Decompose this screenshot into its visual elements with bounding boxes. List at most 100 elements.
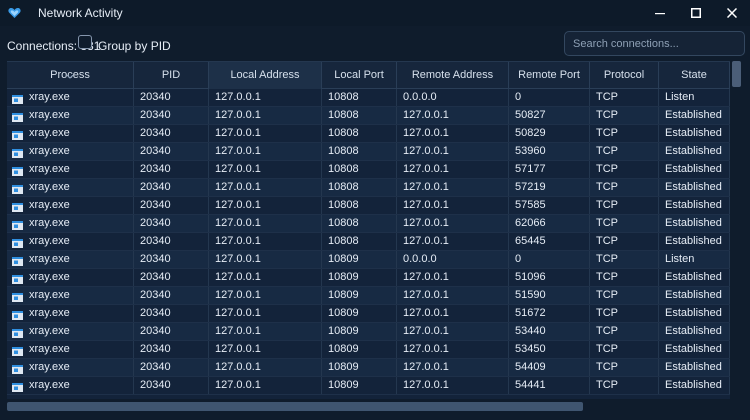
table-row[interactable]: xray.exe 20340 127.0.0.1 10808 127.0.0.1 5721… bbox=[7, 179, 730, 197]
minimize-button[interactable] bbox=[642, 0, 678, 26]
cell-state: Established bbox=[659, 323, 730, 340]
process-window-icon bbox=[12, 201, 23, 212]
cell-remote-port: 53450 bbox=[509, 341, 590, 358]
cell-process: xray.exe bbox=[7, 341, 134, 358]
table-row[interactable]: xray.exe 20340 127.0.0.1 10809 127.0.0.1 5167… bbox=[7, 305, 730, 323]
cell-pid: 20340 bbox=[134, 107, 209, 124]
cell-local-port: 10809 bbox=[322, 305, 397, 322]
cell-process: xray.exe bbox=[7, 197, 134, 214]
cell-local-port: 10808 bbox=[322, 161, 397, 178]
process-window-icon bbox=[12, 273, 23, 284]
horizontal-scroll-thumb[interactable] bbox=[7, 402, 583, 411]
cell-protocol: TCP bbox=[590, 197, 659, 214]
process-name: xray.exe bbox=[29, 217, 70, 229]
vertical-scroll-thumb[interactable] bbox=[732, 61, 741, 87]
cell-local-port: 10809 bbox=[322, 341, 397, 358]
cell-process: xray.exe bbox=[7, 323, 134, 340]
table-row[interactable]: xray.exe 20340 127.0.0.1 10809 127.0.0.1 5159… bbox=[7, 287, 730, 305]
cell-state: Listen bbox=[659, 251, 730, 268]
table-row[interactable]: xray.exe 20340 127.0.0.1 10808 127.0.0.1 5082… bbox=[7, 125, 730, 143]
cell-pid: 20340 bbox=[134, 215, 209, 232]
column-header-remote-port[interactable]: Remote Port bbox=[509, 62, 590, 89]
column-header-process[interactable]: Process bbox=[7, 62, 134, 89]
table-row[interactable]: xray.exe 20340 127.0.0.1 10808 127.0.0.1 5396… bbox=[7, 143, 730, 161]
cell-state: Listen bbox=[659, 89, 730, 106]
cell-local-port: 10808 bbox=[322, 107, 397, 124]
group-by-pid-label[interactable]: Group by PID bbox=[98, 39, 171, 53]
cell-remote-address: 127.0.0.1 bbox=[397, 269, 509, 286]
cell-process: xray.exe bbox=[7, 377, 134, 394]
cell-remote-port: 57585 bbox=[509, 197, 590, 214]
table-row[interactable]: xray.exe 20340 127.0.0.1 10809 127.0.0.1 5444… bbox=[7, 377, 730, 395]
cell-pid: 20340 bbox=[134, 269, 209, 286]
cell-protocol: TCP bbox=[590, 359, 659, 376]
table-row[interactable]: xray.exe 20340 127.0.0.1 10809 127.0.0.1 5109… bbox=[7, 269, 730, 287]
group-by-pid-checkbox[interactable] bbox=[78, 35, 92, 49]
table-row[interactable]: xray.exe 20340 127.0.0.1 10809 0.0.0.0 0 TCP Li… bbox=[7, 251, 730, 269]
maximize-button[interactable] bbox=[678, 0, 714, 26]
process-name: xray.exe bbox=[29, 199, 70, 211]
column-header-local-port[interactable]: Local Port bbox=[322, 62, 397, 89]
column-header-pid[interactable]: PID bbox=[134, 62, 209, 89]
cell-state: Established bbox=[659, 269, 730, 286]
cell-state: Established bbox=[659, 161, 730, 178]
table-row[interactable]: xray.exe 20340 127.0.0.1 10808 127.0.0.1 5717… bbox=[7, 161, 730, 179]
search-input[interactable] bbox=[564, 31, 745, 56]
process-window-icon bbox=[12, 237, 23, 248]
cell-local-port: 10808 bbox=[322, 143, 397, 160]
process-window-icon bbox=[12, 183, 23, 194]
close-button[interactable] bbox=[714, 0, 750, 26]
minimize-icon bbox=[655, 13, 665, 15]
cell-process: xray.exe bbox=[7, 215, 134, 232]
cell-remote-port: 57177 bbox=[509, 161, 590, 178]
table-row[interactable]: xray.exe 20340 127.0.0.1 10808 127.0.0.1 6544… bbox=[7, 233, 730, 251]
cell-process: xray.exe bbox=[7, 359, 134, 376]
cell-local-address: 127.0.0.1 bbox=[209, 161, 322, 178]
cell-local-address: 127.0.0.1 bbox=[209, 125, 322, 142]
cell-remote-port: 0 bbox=[509, 251, 590, 268]
cell-protocol: TCP bbox=[590, 377, 659, 394]
process-window-icon bbox=[12, 345, 23, 356]
table-row[interactable]: xray.exe 20340 127.0.0.1 10808 127.0.0.1 5082… bbox=[7, 107, 730, 125]
cell-process: xray.exe bbox=[7, 179, 134, 196]
process-window-icon bbox=[12, 219, 23, 230]
cell-local-address: 127.0.0.1 bbox=[209, 143, 322, 160]
cell-pid: 20340 bbox=[134, 89, 209, 106]
process-window-icon bbox=[12, 111, 23, 122]
process-window-icon bbox=[12, 327, 23, 338]
table-row[interactable]: xray.exe 20340 127.0.0.1 10809 127.0.0.1 5344… bbox=[7, 323, 730, 341]
cell-state: Established bbox=[659, 233, 730, 250]
horizontal-scrollbar[interactable] bbox=[7, 400, 743, 413]
cell-local-port: 10808 bbox=[322, 89, 397, 106]
cell-process: xray.exe bbox=[7, 125, 134, 142]
table-row[interactable]: xray.exe 20340 127.0.0.1 10809 127.0.0.1 5440… bbox=[7, 359, 730, 377]
cell-remote-address: 127.0.0.1 bbox=[397, 143, 509, 160]
table-row[interactable]: xray.exe 20340 127.0.0.1 10809 127.0.0.1 5345… bbox=[7, 341, 730, 359]
cell-remote-port: 50827 bbox=[509, 107, 590, 124]
cell-state: Established bbox=[659, 341, 730, 358]
cell-state: Established bbox=[659, 305, 730, 322]
vertical-scrollbar[interactable] bbox=[730, 61, 743, 399]
cell-local-port: 10809 bbox=[322, 359, 397, 376]
table-row[interactable]: xray.exe 20340 127.0.0.1 10808 127.0.0.1 5758… bbox=[7, 197, 730, 215]
cell-process: xray.exe bbox=[7, 287, 134, 304]
cell-process: xray.exe bbox=[7, 251, 134, 268]
cell-protocol: TCP bbox=[590, 161, 659, 178]
column-header-protocol[interactable]: Protocol bbox=[590, 62, 659, 89]
cell-local-port: 10808 bbox=[322, 215, 397, 232]
cell-state: Established bbox=[659, 125, 730, 142]
table-row[interactable]: xray.exe 20340 127.0.0.1 10808 0.0.0.0 0 TCP Li… bbox=[7, 89, 730, 107]
cell-process: xray.exe bbox=[7, 107, 134, 124]
cell-local-address: 127.0.0.1 bbox=[209, 287, 322, 304]
cell-state: Established bbox=[659, 179, 730, 196]
column-header-state[interactable]: State bbox=[659, 62, 730, 89]
column-header-local-address[interactable]: Local Address bbox=[209, 62, 322, 89]
process-name: xray.exe bbox=[29, 145, 70, 157]
cell-local-port: 10809 bbox=[322, 287, 397, 304]
cell-pid: 20340 bbox=[134, 125, 209, 142]
cell-local-port: 10808 bbox=[322, 197, 397, 214]
column-header-remote-address[interactable]: Remote Address bbox=[397, 62, 509, 89]
cell-remote-address: 127.0.0.1 bbox=[397, 161, 509, 178]
cell-remote-address: 127.0.0.1 bbox=[397, 341, 509, 358]
table-row[interactable]: xray.exe 20340 127.0.0.1 10808 127.0.0.1 6206… bbox=[7, 215, 730, 233]
